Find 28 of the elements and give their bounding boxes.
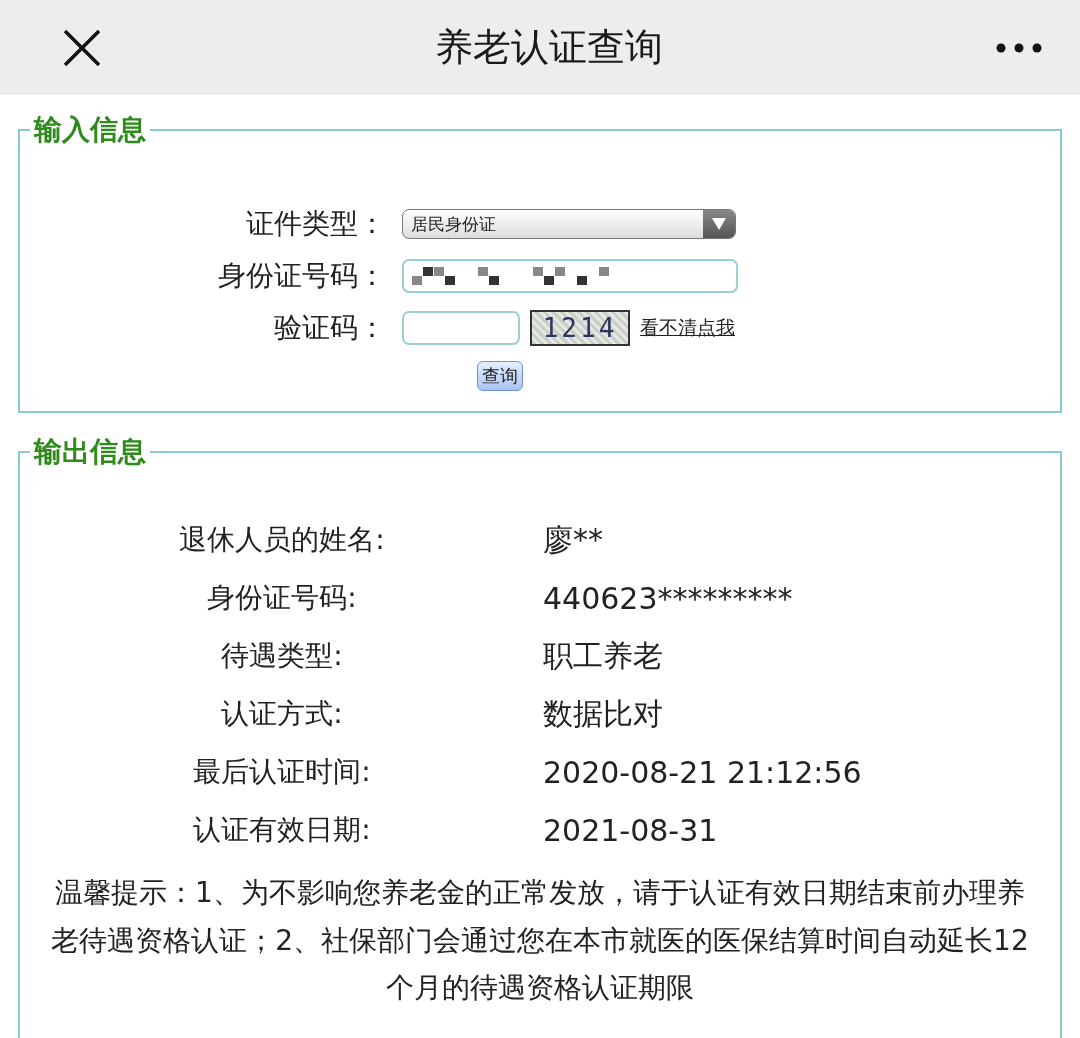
result-label: 身份证号码: xyxy=(206,580,358,616)
section-title: 输入信息 xyxy=(32,112,147,148)
result-label: 退休人员的姓名: xyxy=(178,522,386,558)
page-title: 养老认证查询 xyxy=(435,24,663,71)
query-button[interactable]: 查询 xyxy=(477,361,523,391)
field-label: 证件类型： xyxy=(245,206,386,242)
dropdown-icon xyxy=(712,218,726,230)
result-value: 2020-08-21 21:12:56 xyxy=(543,754,863,790)
input-field[interactable] xyxy=(402,259,738,293)
input-field[interactable] xyxy=(402,311,520,345)
result-value: 440623********* xyxy=(543,580,794,616)
refresh-captcha-link[interactable]: 看不清点我 xyxy=(640,315,735,341)
tip-text: 温馨提示：1、为不影响您养老金的正常发放，请于认证有效日期结束前办理养老待遇资格认证；2、社保部门会通过您在本市就医的医保结算时间自动延长12个月的待遇资格认证期限 xyxy=(50,875,1030,1007)
result-value: 廖** xyxy=(543,520,604,559)
result-value: 数据比对 xyxy=(543,694,664,733)
section-title: 输出信息 xyxy=(32,434,147,470)
captcha-image: 1214 xyxy=(530,310,630,346)
result-label: 最后认证时间: xyxy=(192,754,372,790)
result-value: 职工养老 xyxy=(543,636,664,675)
result-label: 待遇类型: xyxy=(220,638,344,674)
result-label: 认证方式: xyxy=(220,696,344,732)
close-icon[interactable] xyxy=(62,27,102,68)
field-label: 验证码： xyxy=(273,310,386,346)
result-label: 认证有效日期: xyxy=(192,812,372,848)
result-value: 2021-08-31 xyxy=(543,812,719,848)
id-type-select[interactable]: 居民身份证 xyxy=(402,209,736,239)
more-icon[interactable] xyxy=(996,42,1042,53)
field-label: 身份证号码： xyxy=(217,258,386,294)
